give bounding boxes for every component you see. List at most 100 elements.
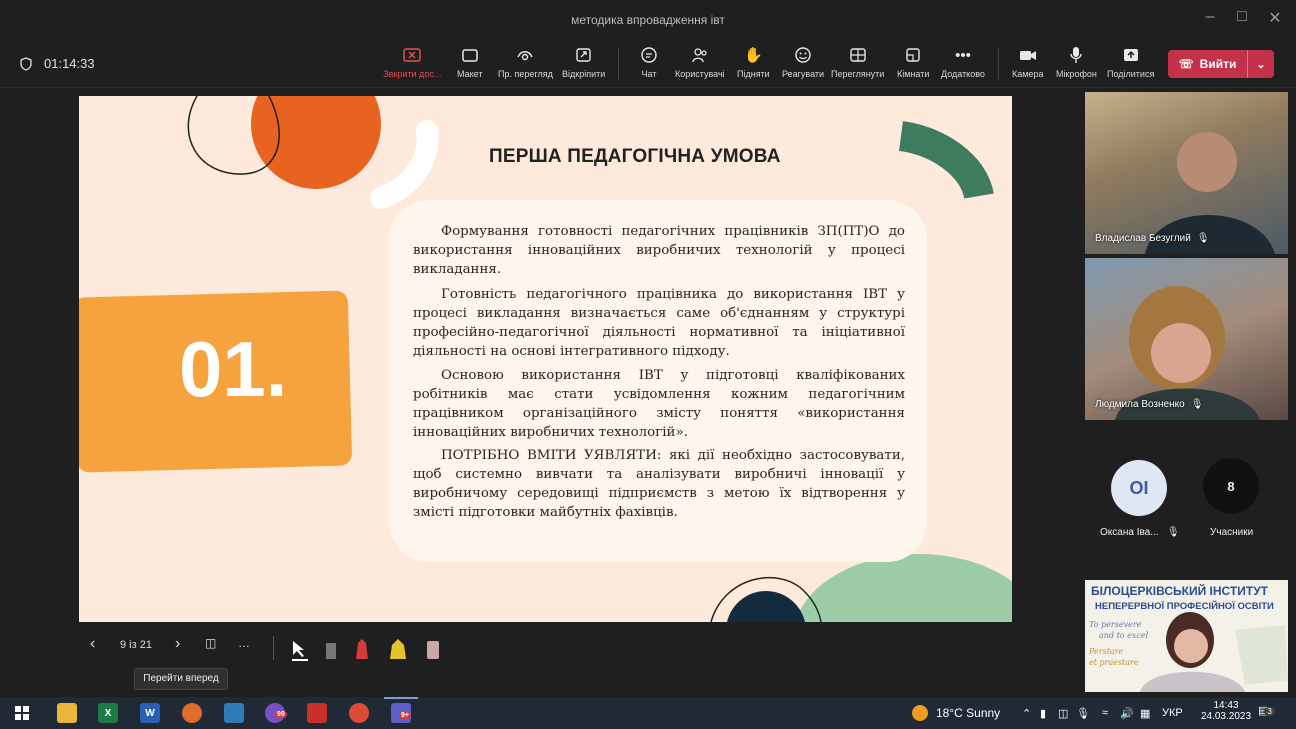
stop-sharing-label: Закрити дос... — [383, 69, 442, 79]
people-button[interactable]: Користувачі — [675, 44, 725, 79]
firefox-icon[interactable] — [182, 703, 202, 723]
timer-text: 01:14:33 — [44, 56, 95, 71]
windows-start-icon[interactable] — [12, 703, 32, 723]
leave-label: Вийти — [1199, 57, 1237, 71]
rooms-label: Кімнати — [897, 69, 930, 79]
chat-button[interactable]: Чат — [638, 44, 660, 79]
chat-label: Чат — [641, 69, 657, 79]
green-arc — [898, 121, 994, 200]
react-button[interactable]: Реагувати — [782, 44, 824, 79]
close-icon[interactable]: ✕ — [1265, 8, 1285, 28]
camera-icon — [1017, 44, 1039, 66]
speaker-icon[interactable]: 🔊 — [1120, 707, 1134, 720]
maximize-icon[interactable]: □ — [1232, 8, 1252, 26]
minimize-icon[interactable]: – — [1200, 8, 1220, 26]
teams-badge: 9+ — [399, 712, 411, 719]
participant-name-2: Людмила Возненко 🎙 — [1095, 399, 1204, 410]
leave-button[interactable]: ☏ Вийти ⌄ — [1168, 50, 1274, 78]
participant-avatar-3[interactable]: ОІ — [1111, 460, 1167, 516]
more-button[interactable]: ••• Додатково — [941, 44, 985, 80]
mic-button[interactable]: Мікрофон — [1056, 44, 1097, 79]
slide-paragraph-1: Формування готовності педагогічних праці… — [413, 224, 905, 277]
device-icon: ◫ — [1058, 708, 1069, 720]
chevron-down-icon[interactable]: ⌄ — [1248, 58, 1274, 71]
shield-icon — [20, 56, 32, 71]
participant-video-4[interactable]: БІЛОЦЕРКІВСЬКИЙ ІНСТИТУТ НЕПЕРЕРВНОЇ ПРО… — [1085, 580, 1288, 692]
pointer-tool — [293, 641, 304, 657]
slide-title: ПЕРША ПЕДАГОГІЧНА УМОВА — [489, 146, 781, 167]
clock[interactable]: 14:43 24.03.2023 — [1200, 700, 1252, 722]
viber-badge: 99 — [275, 711, 287, 718]
layout-label: Макет — [457, 69, 483, 79]
sun-icon — [912, 705, 928, 721]
file-explorer-icon[interactable] — [57, 703, 77, 723]
mic-off-icon: 🎙 — [1166, 527, 1180, 538]
popout-button[interactable]: Відкріпити — [562, 44, 605, 79]
white-arc — [370, 120, 439, 209]
eraser-tool — [326, 643, 336, 659]
word-icon[interactable]: W — [140, 703, 160, 723]
participant-name-1: Владислав Безуглий 🎙 — [1095, 233, 1210, 244]
weather-text[interactable]: 18°C Sunny — [936, 706, 1000, 720]
stop-share-icon — [401, 44, 423, 66]
react-label: Реагувати — [782, 69, 825, 79]
participants-count-label: Учасники — [1210, 527, 1254, 538]
wifi-icon: ≈ — [1102, 707, 1109, 719]
notification-icon[interactable]: ▤3 — [1258, 704, 1275, 717]
view-label: Переглянути — [831, 69, 885, 79]
raise-hand-button[interactable]: ✋ Підняти — [737, 44, 770, 79]
smile-icon — [792, 44, 814, 66]
excel-icon[interactable]: X — [98, 703, 118, 723]
participant-video-2[interactable]: Людмила Возненко 🎙 — [1085, 258, 1288, 420]
toolbar-divider — [998, 48, 999, 80]
chevron-up-icon[interactable]: ⌃ — [1022, 707, 1031, 720]
more-options-icon[interactable]: … — [238, 636, 250, 650]
mic-off-icon: 🎙 — [1196, 233, 1210, 244]
windows-taskbar: X W 99 9+ 18°C Sunny ⌃ ▮ ◫ 🎙 ≈ 🔊 ▦ УКР 1… — [0, 697, 1296, 729]
camera-button[interactable]: Камера — [1012, 44, 1043, 79]
share-button[interactable]: Поділитися — [1107, 44, 1154, 79]
highlighter-tool — [390, 639, 406, 659]
deep-orange-circle — [251, 96, 381, 189]
participants-count-avatar[interactable]: 8 — [1203, 458, 1259, 514]
share-label: Поділитися — [1107, 69, 1155, 79]
language-indicator[interactable]: УКР — [1162, 707, 1183, 719]
participant-silhouette-4 — [1140, 612, 1288, 692]
annotation-tools — [292, 639, 439, 661]
hand-icon: ✋ — [744, 47, 763, 64]
photos-icon[interactable] — [224, 703, 244, 723]
rooms-icon — [902, 44, 924, 66]
participant-silhouette-2 — [1115, 286, 1260, 420]
grid-icon — [847, 44, 869, 66]
participant-video-1[interactable]: Владислав Безуглий 🎙 — [1085, 92, 1288, 254]
acrobat-icon[interactable] — [307, 703, 327, 723]
layout-icon — [459, 44, 481, 66]
next-slide-tooltip: Перейти вперед — [134, 668, 228, 690]
navy-circle — [727, 591, 805, 622]
red-pen-tool — [356, 639, 368, 659]
rooms-button[interactable]: Кімнати — [897, 44, 929, 79]
prev-slide-button[interactable]: ‹ — [90, 635, 95, 653]
mic-tray-icon: 🎙 — [1076, 708, 1090, 720]
phone-hangup-icon: ☏ — [1178, 57, 1194, 71]
presenter-view-label: Пр. перегляд — [498, 69, 553, 79]
chrome-icon[interactable] — [349, 703, 369, 723]
view-button[interactable]: Переглянути — [831, 44, 884, 79]
next-slide-button[interactable]: › — [175, 635, 180, 653]
popout-label: Відкріпити — [562, 69, 606, 79]
leave-main[interactable]: ☏ Вийти — [1168, 50, 1248, 78]
stop-sharing-button[interactable]: Закрити дос... — [383, 44, 441, 79]
slide-paragraph-3: Основою використання ІВТ у підготовці кв… — [413, 368, 905, 440]
notification-count: 3 — [1264, 707, 1275, 716]
raise-hand-label: Підняти — [737, 69, 770, 79]
layout-button[interactable]: Макет — [457, 44, 482, 79]
more-label: Додатково — [941, 69, 985, 79]
active-app-indicator — [384, 697, 418, 699]
teams-icon[interactable]: 9+ — [391, 703, 411, 723]
window-title-bar: методика впровадження івт – □ ✕ — [0, 0, 1296, 40]
presenter-view-button[interactable]: Пр. перегляд — [498, 44, 553, 79]
viber-icon[interactable]: 99 — [265, 703, 287, 723]
slide-paragraph-2: Готовність педагогічного працівника до в… — [413, 287, 905, 359]
window-title: методика впровадження івт — [571, 13, 725, 27]
slide-grid-icon[interactable]: ◫ — [205, 636, 216, 650]
